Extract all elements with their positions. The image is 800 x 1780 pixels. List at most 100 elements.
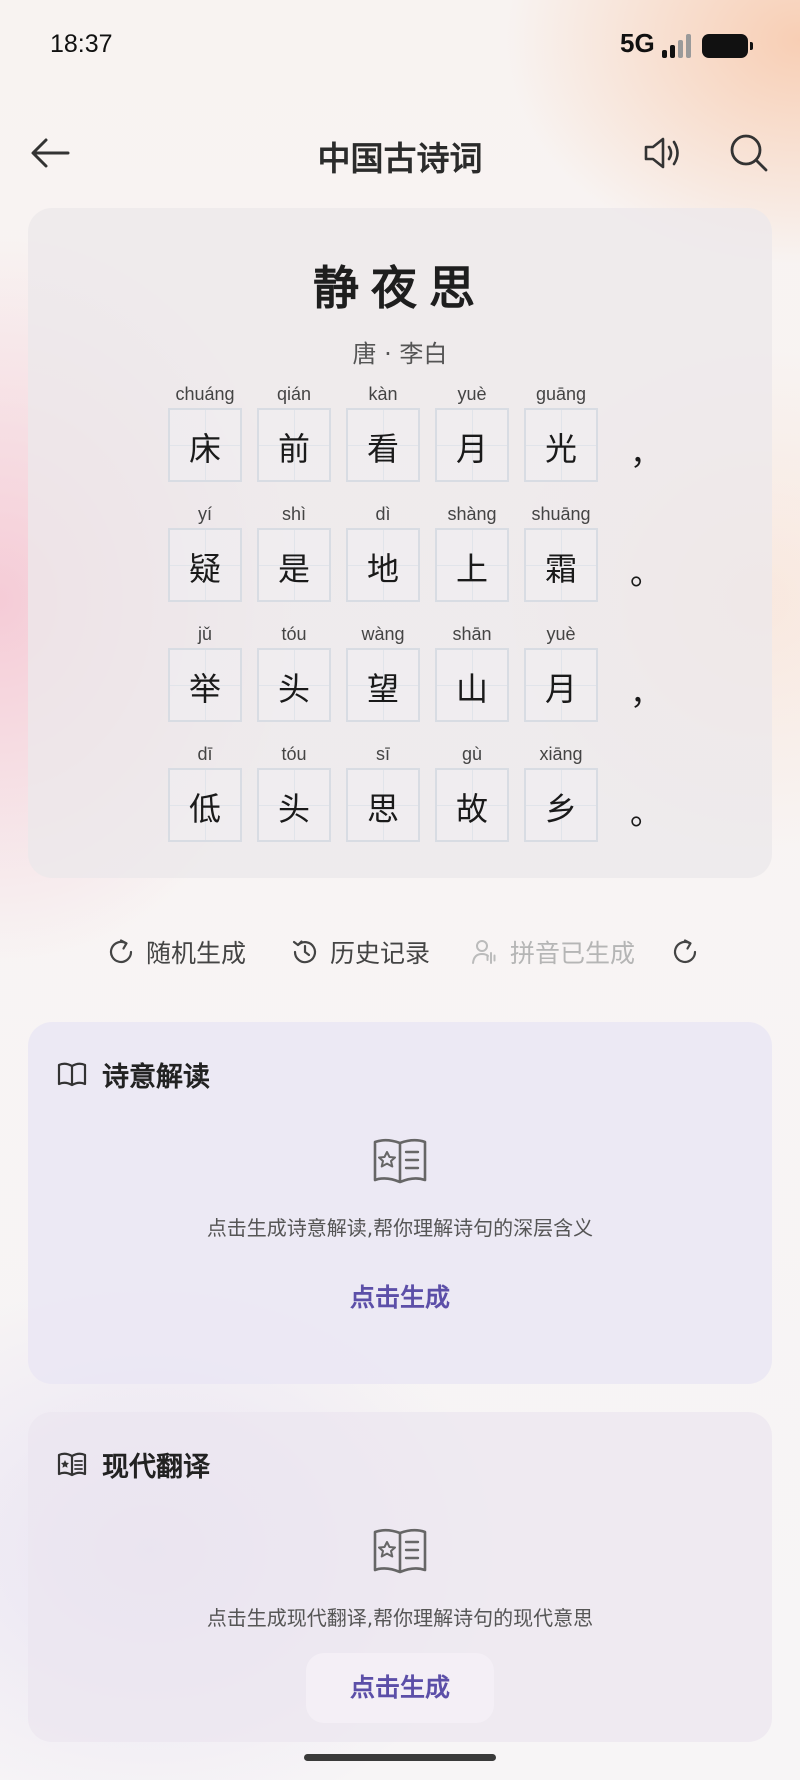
interpretation-header: 诗意解读 <box>56 1054 210 1094</box>
poem-line: dī 低 tóu 头 sī 思 gù 故 xiāng 乡 。 <box>168 744 668 844</box>
poem-char[interactable]: chuáng 床 <box>168 384 242 484</box>
app-header: 中国古诗词 <box>0 118 800 190</box>
poem-char[interactable]: jǔ 举 <box>168 624 242 724</box>
interpretation-generate-button[interactable]: 点击生成 <box>306 1263 494 1333</box>
char-text: 月 <box>455 430 488 468</box>
poem-line: yí 疑 shì 是 dì 地 shàng 上 shuāng 霜 。 <box>168 504 668 604</box>
char-box: 望 <box>346 648 420 722</box>
punctuation: ， <box>630 674 663 712</box>
char-text: 山 <box>455 670 488 708</box>
history-icon <box>292 940 317 964</box>
interpretation-description: 点击生成诗意解读,帮你理解诗句的深层含义 <box>206 1216 594 1240</box>
battery-icon <box>702 34 753 58</box>
char-text: 前 <box>277 430 310 468</box>
interpretation-card: 诗意解读 点击生成诗意解读,帮你理解诗句的深层含义 点击生成 <box>28 1022 772 1384</box>
refresh-icon <box>109 939 133 964</box>
poem-char[interactable]: qián 前 <box>257 384 331 484</box>
status-time: 18:37 <box>50 30 113 58</box>
poem-char[interactable]: yuè 月 <box>524 624 598 724</box>
char-box: 地 <box>346 528 420 602</box>
poem-char[interactable]: wàng 望 <box>346 624 420 724</box>
history-label: 历史记录 <box>330 939 431 968</box>
network-type: 5G <box>620 28 655 58</box>
book-star-icon <box>373 1528 427 1574</box>
poem-char[interactable]: guāng 光 <box>524 384 598 484</box>
pinyin-status-button[interactable]: 拼音已生成 <box>470 930 635 974</box>
search-icon <box>730 134 768 172</box>
translation-title: 现代翻译 <box>102 1451 210 1483</box>
char-text: 举 <box>188 670 221 708</box>
home-indicator[interactable] <box>304 1754 496 1761</box>
poem-char[interactable]: shàng 上 <box>435 504 509 604</box>
poem-char[interactable]: shān 山 <box>435 624 509 724</box>
poem-char[interactable]: dì 地 <box>346 504 420 604</box>
char-text: 望 <box>366 670 399 708</box>
refresh-button[interactable] <box>670 930 710 974</box>
char-box: 月 <box>435 408 509 482</box>
char-text: 看 <box>366 430 399 468</box>
poem-char[interactable]: gù 故 <box>435 744 509 844</box>
char-text: 疑 <box>188 550 221 588</box>
translation-description: 点击生成现代翻译,帮你理解诗句的现代意思 <box>206 1606 594 1630</box>
back-button[interactable] <box>28 130 74 176</box>
history-button[interactable]: 历史记录 <box>290 930 430 974</box>
char-box: 是 <box>257 528 331 602</box>
open-book-icon <box>57 1062 87 1087</box>
char-box: 光 <box>524 408 598 482</box>
punctuation: ， <box>630 434 663 472</box>
char-box: 举 <box>168 648 242 722</box>
pinyin-label: shuāng <box>531 504 591 524</box>
char-box: 前 <box>257 408 331 482</box>
char-text: 地 <box>366 550 399 588</box>
translation-card: 现代翻译 点击生成现代翻译,帮你理解诗句的现代意思 点击生成 <box>28 1412 772 1742</box>
char-box: 山 <box>435 648 509 722</box>
signal-icon <box>662 34 692 58</box>
search-button[interactable] <box>726 130 772 176</box>
speaker-button[interactable] <box>640 130 686 176</box>
pinyin-label: xiāng <box>539 744 583 764</box>
char-text: 床 <box>188 430 221 468</box>
arrow-left-icon <box>31 138 70 168</box>
poem-line: jǔ 举 tóu 头 wàng 望 shān 山 yuè 月 ， <box>168 624 668 724</box>
char-text: 故 <box>455 790 488 828</box>
pinyin-status-label: 拼音已生成 <box>510 939 636 968</box>
char-box: 头 <box>257 768 331 842</box>
poem-line: chuáng 床 qián 前 kàn 看 yuè 月 guāng 光 ， <box>168 384 668 484</box>
poem-char[interactable]: shuāng 霜 <box>524 504 598 604</box>
pinyin-label: guāng <box>535 384 587 404</box>
poem-char[interactable]: tóu 头 <box>257 744 331 844</box>
char-box: 月 <box>524 648 598 722</box>
poem-char[interactable]: yuè 月 <box>435 384 509 484</box>
char-box: 疑 <box>168 528 242 602</box>
char-box: 霜 <box>524 528 598 602</box>
char-text: 月 <box>544 670 577 708</box>
person-voice-icon <box>472 940 496 964</box>
speaker-icon <box>644 137 679 169</box>
book-star-icon <box>373 1138 427 1184</box>
char-box: 看 <box>346 408 420 482</box>
char-text: 霜 <box>544 550 577 588</box>
char-text: 思 <box>366 790 399 828</box>
interpretation-title: 诗意解读 <box>102 1061 210 1093</box>
char-text: 头 <box>277 670 310 708</box>
translation-generate-button[interactable]: 点击生成 <box>306 1653 494 1723</box>
pinyin-label: yuè <box>546 624 576 644</box>
poem-char[interactable]: shì 是 <box>257 504 331 604</box>
char-box: 思 <box>346 768 420 842</box>
poem-char[interactable]: tóu 头 <box>257 624 331 724</box>
char-text: 是 <box>277 550 310 588</box>
poem-char[interactable]: kàn 看 <box>346 384 420 484</box>
status-bar: 18:37 5G <box>0 0 800 92</box>
translation-header: 现代翻译 <box>56 1444 210 1484</box>
char-text: 上 <box>455 550 488 588</box>
action-row: 随机生成 历史记录 拼音已生成 <box>0 930 800 974</box>
book-star-icon <box>57 1452 87 1477</box>
poem-author: 唐 · 李白 <box>352 340 448 368</box>
poem-char[interactable]: yí 疑 <box>168 504 242 604</box>
poem-char[interactable]: sī 思 <box>346 744 420 844</box>
poem-char[interactable]: dī 低 <box>168 744 242 844</box>
random-generate-button[interactable]: 随机生成 <box>106 930 246 974</box>
char-box: 头 <box>257 648 331 722</box>
char-box: 故 <box>435 768 509 842</box>
poem-char[interactable]: xiāng 乡 <box>524 744 598 844</box>
